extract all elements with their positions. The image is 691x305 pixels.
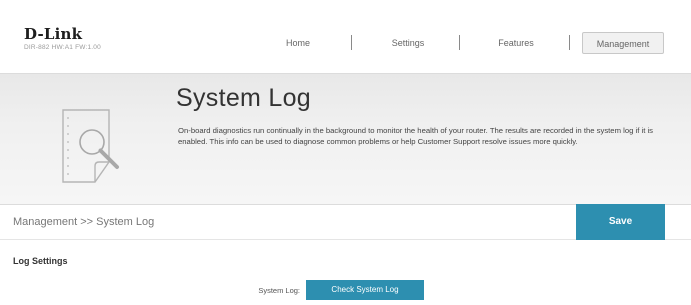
page-title: System Log	[176, 84, 312, 112]
breadcrumb: Management >> System Log	[13, 216, 155, 228]
nav-features[interactable]: Features	[484, 32, 548, 54]
magnifier-document-icon	[62, 109, 119, 183]
nav-management[interactable]: Management	[582, 32, 664, 54]
header: D-Link DIR-882 HW:A1 FW:1.00 Home Settin…	[0, 0, 691, 73]
main-nav: Home Settings Features Management	[0, 32, 691, 54]
section-title-log-settings: Log Settings	[13, 256, 68, 266]
check-system-log-button[interactable]: Check System Log	[306, 280, 424, 300]
nav-separator	[459, 35, 460, 50]
nav-home[interactable]: Home	[270, 32, 326, 54]
nav-settings[interactable]: Settings	[378, 32, 438, 54]
save-button[interactable]: Save	[576, 204, 665, 240]
nav-separator	[569, 35, 570, 50]
nav-separator	[351, 35, 352, 50]
router-admin-page: D-Link DIR-882 HW:A1 FW:1.00 Home Settin…	[0, 0, 691, 305]
system-log-label: System Log:	[258, 286, 300, 295]
page-banner: System Log On-board diagnostics run cont…	[0, 73, 691, 204]
page-description: On-board diagnostics run continually in …	[178, 126, 654, 146]
